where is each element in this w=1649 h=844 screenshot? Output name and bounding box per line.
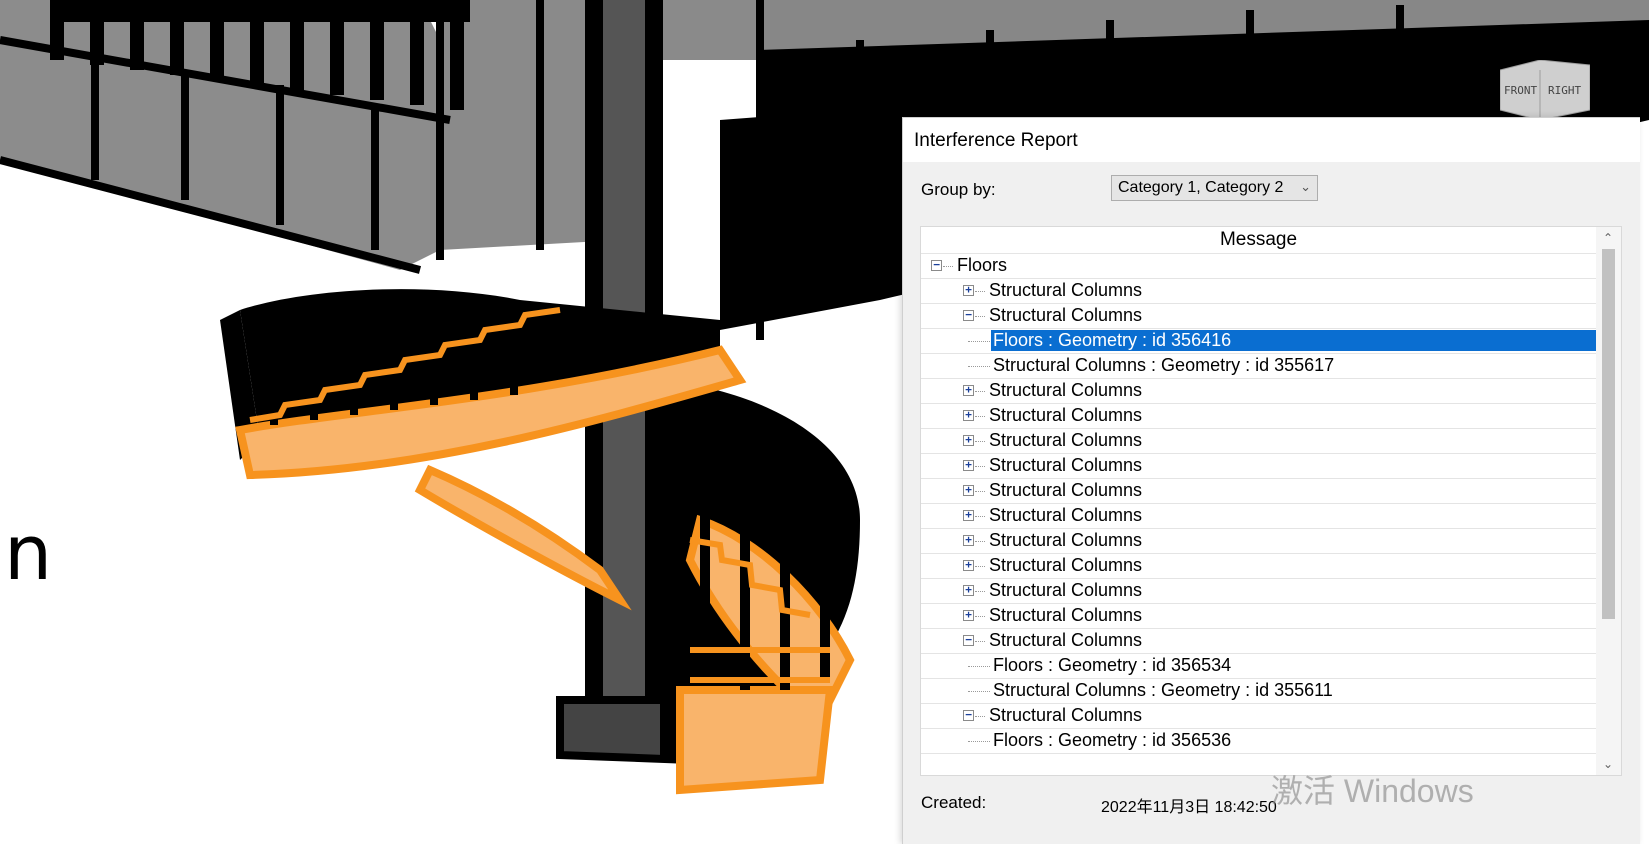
expand-icon[interactable]: +: [963, 484, 974, 496]
tree-row-label: Structural Columns: [989, 455, 1143, 475]
tree-row-label: Structural Columns: [989, 580, 1143, 600]
tree-connector: [975, 491, 985, 492]
tree-row[interactable]: Floors : Geometry : id 356536: [921, 729, 1596, 754]
tree-row-label: Floors : Geometry : id 356416: [991, 330, 1596, 351]
tree-row-label: Structural Columns: [989, 530, 1143, 550]
tree-row[interactable]: + Structural Columns: [921, 454, 1596, 479]
tree-row[interactable]: + Structural Columns: [921, 504, 1596, 529]
created-label: Created:: [921, 793, 987, 812]
tree-row[interactable]: − Structural Columns: [921, 304, 1596, 329]
interference-message-tree[interactable]: Message − Floors + Structural Columns − Struc…: [920, 226, 1622, 776]
collapse-icon[interactable]: −: [931, 259, 942, 271]
tree-connector: [943, 266, 953, 267]
tree-connector: [975, 416, 985, 417]
tree-connector: [975, 516, 985, 517]
collapse-icon[interactable]: −: [963, 309, 974, 321]
tree-rows: − Floors + Structural Columns − Structural Co…: [921, 254, 1596, 754]
tree-row[interactable]: + Structural Columns: [921, 529, 1596, 554]
tree-row[interactable]: + Structural Columns: [921, 554, 1596, 579]
tree-row-label: Floors: [957, 255, 1008, 275]
scrollbar-thumb[interactable]: [1602, 249, 1615, 619]
viewcube-right-face[interactable]: RIGHT: [1548, 84, 1581, 97]
tree-connector: [975, 441, 985, 442]
tree-row[interactable]: + Structural Columns: [921, 429, 1596, 454]
tree-connector: [975, 616, 985, 617]
chevron-down-icon: ⌄: [1300, 179, 1311, 194]
tree-row[interactable]: Structural Columns : Geometry : id 35561…: [921, 354, 1596, 379]
tree-row[interactable]: Floors : Geometry : id 356534: [921, 654, 1596, 679]
tree-row[interactable]: + Structural Columns: [921, 579, 1596, 604]
tree-row-label: Structural Columns: [989, 505, 1143, 525]
tree-row[interactable]: + Structural Columns: [921, 479, 1596, 504]
created-timestamp: 2022年11月3日 18:42:50: [1101, 799, 1277, 816]
expand-icon[interactable]: +: [963, 609, 974, 621]
tree-connector: [975, 716, 985, 717]
tree-row-label: Structural Columns: [989, 430, 1143, 450]
tree-row[interactable]: + Structural Columns: [921, 279, 1596, 304]
expand-icon[interactable]: +: [963, 384, 974, 396]
tree-row-label: Structural Columns: [989, 555, 1143, 575]
collapse-icon[interactable]: −: [963, 634, 974, 646]
expand-icon[interactable]: +: [963, 434, 974, 446]
viewcube[interactable]: FRONT RIGHT: [1500, 60, 1590, 120]
tree-connector: [975, 591, 985, 592]
tree-row-label: Floors : Geometry : id 356534: [993, 655, 1232, 675]
tree-connector: [975, 466, 985, 467]
tree-connector: [975, 316, 985, 317]
tree-row-label: Structural Columns: [989, 405, 1143, 425]
expand-icon[interactable]: +: [963, 409, 974, 421]
expand-icon[interactable]: +: [963, 459, 974, 471]
scroll-up-icon[interactable]: ⌃: [1603, 231, 1613, 245]
viewcube-front-face[interactable]: FRONT: [1504, 84, 1537, 97]
tree-connector: [968, 366, 990, 367]
expand-icon[interactable]: +: [963, 284, 974, 296]
scroll-down-icon[interactable]: ⌄: [1603, 757, 1613, 771]
group-by-select[interactable]: Category 1, Category 2 ⌄: [1111, 175, 1318, 201]
dialog-titlebar[interactable]: Interference Report: [903, 118, 1640, 162]
tree-row[interactable]: Floors : Geometry : id 356416: [921, 329, 1596, 354]
tree-row[interactable]: Structural Columns : Geometry : id 35561…: [921, 679, 1596, 704]
tree-row[interactable]: + Structural Columns: [921, 404, 1596, 429]
tree-row[interactable]: − Structural Columns: [921, 704, 1596, 729]
tree-row-label: Structural Columns: [989, 380, 1143, 400]
tree-connector: [968, 691, 990, 692]
tree-row-label: Structural Columns: [989, 280, 1143, 300]
message-header-label: Message: [1219, 229, 1298, 250]
tree-row-label: Floors : Geometry : id 356536: [993, 730, 1232, 750]
tree-row[interactable]: − Floors: [921, 254, 1596, 279]
tree-connector: [975, 641, 985, 642]
collapse-icon[interactable]: −: [963, 709, 974, 721]
tree-row-label: Structural Columns: [989, 305, 1143, 325]
group-by-label: Group by:: [921, 180, 996, 199]
tree-row[interactable]: + Structural Columns: [921, 604, 1596, 629]
viewport-partial-text: n: [4, 508, 53, 597]
group-by-value: Category 1, Category 2: [1118, 179, 1284, 196]
tree-connector: [975, 541, 985, 542]
tree-row[interactable]: + Structural Columns: [921, 379, 1596, 404]
expand-icon[interactable]: +: [963, 534, 974, 546]
tree-row-label: Structural Columns : Geometry : id 35561…: [993, 355, 1335, 375]
tree-connector: [975, 291, 985, 292]
tree-connector: [975, 566, 985, 567]
interference-report-dialog: Interference Report Group by: Category 1…: [902, 117, 1640, 844]
tree-connector: [968, 741, 990, 742]
dialog-title: Interference Report: [914, 130, 1078, 151]
tree-row-label: Structural Columns: [989, 605, 1143, 625]
tree-row-label: Structural Columns: [989, 480, 1143, 500]
expand-icon[interactable]: +: [963, 584, 974, 596]
activation-watermark: 激活 Windows: [1271, 773, 1474, 809]
tree-row-label: Structural Columns: [989, 705, 1143, 725]
expand-icon[interactable]: +: [963, 559, 974, 571]
vertical-scrollbar[interactable]: ⌃ ⌄: [1596, 227, 1621, 775]
tree-connector: [975, 391, 985, 392]
tree-connector: [968, 666, 990, 667]
tree-row[interactable]: − Structural Columns: [921, 629, 1596, 654]
expand-icon[interactable]: +: [963, 509, 974, 521]
tree-row-label: Structural Columns: [989, 630, 1143, 650]
message-column-header[interactable]: Message: [921, 227, 1596, 254]
tree-connector: [968, 341, 990, 342]
tree-row-label: Structural Columns : Geometry : id 35561…: [993, 680, 1333, 700]
